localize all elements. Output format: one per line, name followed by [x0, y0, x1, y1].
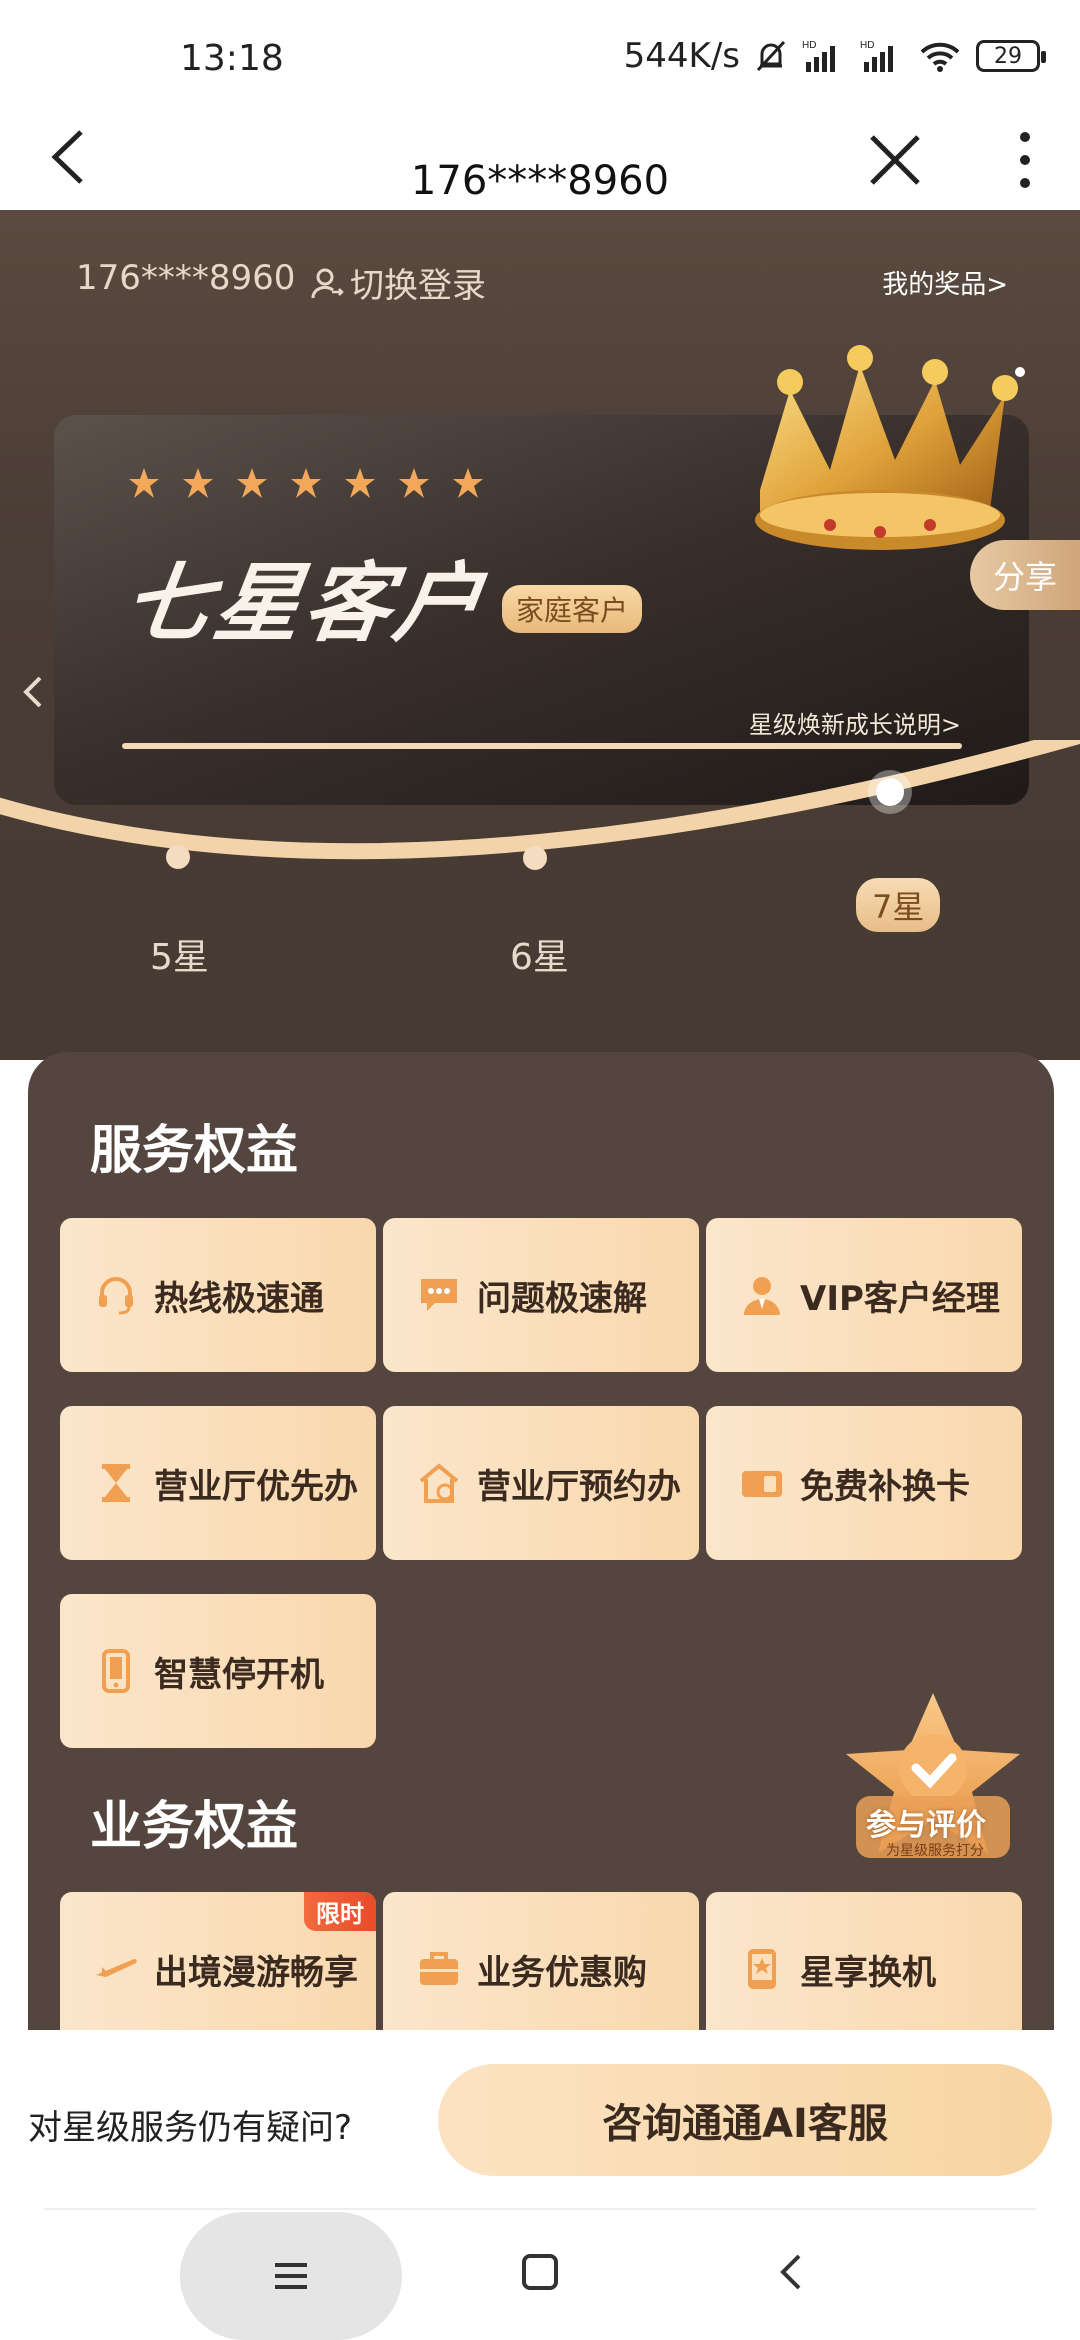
my-prizes-link[interactable]: 我的奖品>	[882, 264, 1008, 301]
growth-explanation-link[interactable]: 星级焕新成长说明>	[749, 705, 961, 740]
rate-title: 参与评价	[866, 1808, 986, 1843]
airplane-icon	[96, 1959, 137, 1977]
benefit-discount-buy[interactable]: 业务优惠购	[383, 1892, 699, 2046]
hourglass-icon	[102, 1464, 130, 1502]
close-icon[interactable]	[860, 125, 930, 195]
benefit-label: 营业厅预约办	[477, 1466, 681, 1507]
benefit-smart-suspend[interactable]: 智慧停开机	[60, 1594, 376, 1748]
signal-hd-icon: HD	[802, 40, 835, 72]
business-rights-title: 业务权益	[90, 1797, 299, 1857]
svg-text:HD: HD	[860, 40, 874, 51]
star-icon	[399, 468, 429, 498]
benefit-label: 智慧停开机	[154, 1654, 324, 1695]
benefit-star-upgrade[interactable]: 星享换机	[706, 1892, 1022, 2046]
benefit-hotline[interactable]: 热线极速通	[60, 1218, 376, 1372]
rate-subtitle: 为星级服务打分	[886, 1843, 984, 1859]
battery-icon: 29	[976, 40, 1046, 72]
star-phone-icon	[748, 1949, 776, 1989]
benefit-label: 问题极速解	[477, 1278, 647, 1319]
rate-service-widget[interactable]: 参与评价 为星级服务打分	[838, 1688, 1028, 1868]
star-icon	[129, 468, 159, 498]
benefit-free-sim[interactable]: 免费补换卡	[706, 1406, 1022, 1560]
home-square-icon[interactable]	[520, 2252, 560, 2292]
signal-hd-2-icon: HD	[860, 40, 893, 72]
benefit-label: VIP客户经理	[800, 1278, 1000, 1319]
network-speed: 544K/s	[623, 36, 740, 76]
level-7-label: 7星	[856, 878, 941, 932]
benefit-roaming[interactable]: 出境漫游畅享 限时	[60, 1892, 376, 2046]
headset-icon	[99, 1277, 133, 1315]
divider	[44, 2208, 1036, 2210]
status-icons: 544K/s HD HD 29	[623, 36, 1046, 76]
more-menu-icon[interactable]	[1010, 125, 1040, 195]
status-time: 13:18	[180, 38, 284, 79]
title-bar: 176****8960	[0, 110, 1080, 210]
benefit-label: 免费补换卡	[800, 1466, 970, 1507]
benefit-label: 业务优惠购	[477, 1952, 647, 1993]
sim-card-icon	[742, 1471, 782, 1497]
menu-icon	[275, 2263, 307, 2289]
star-icon	[291, 468, 321, 498]
benefit-label: 营业厅优先办	[154, 1466, 358, 1507]
level-title: 七星客户	[117, 554, 492, 654]
wifi-icon	[920, 42, 960, 72]
account-number: 176****8960	[76, 258, 296, 298]
manager-icon	[744, 1277, 780, 1315]
star-icon	[183, 468, 213, 498]
system-nav-bar	[0, 2212, 1080, 2340]
star-rating	[128, 467, 484, 499]
store-appointment-icon	[419, 1463, 459, 1503]
user-switch-icon	[311, 268, 344, 298]
briefcase-icon	[420, 1952, 458, 1985]
nav-back-icon[interactable]	[775, 2250, 805, 2294]
star-icon	[345, 468, 375, 498]
benefit-vip-manager[interactable]: VIP客户经理	[706, 1218, 1022, 1372]
switch-login-button[interactable]: 切换登录	[310, 258, 486, 307]
share-button[interactable]: 分享	[970, 540, 1080, 610]
benefit-fast-solve[interactable]: 问题极速解	[383, 1218, 699, 1372]
prev-arrow-icon[interactable]	[18, 672, 48, 712]
bottom-action-bar: 对星级服务仍有疑问? 咨询通通AI客服	[0, 2030, 1080, 2210]
benefit-label: 热线极速通	[154, 1278, 324, 1319]
service-rights-title: 服务权益	[90, 1121, 299, 1181]
benefit-label: 出境漫游畅享	[154, 1952, 358, 1993]
limited-time-badge: 限时	[304, 1892, 376, 1931]
benefit-label: 星享换机	[800, 1952, 936, 1993]
level-5-label: 5星	[150, 937, 209, 978]
star-icon	[237, 468, 267, 498]
benefit-priority-store[interactable]: 营业厅优先办	[60, 1406, 376, 1560]
star-icon	[453, 468, 483, 498]
chat-bubble-icon	[421, 1279, 457, 1311]
service-question-text: 对星级服务仍有疑问?	[28, 2108, 353, 2148]
level-6-label: 6星	[510, 937, 569, 978]
family-customer-badge: 家庭客户	[502, 585, 643, 633]
status-bar: 13:18 544K/s HD HD 29	[0, 0, 1080, 110]
ai-service-button[interactable]: 咨询通通AI客服	[438, 2064, 1052, 2176]
member-hero: 176****8960 切换登录 我的奖品> 七星客户 家庭客户 星级焕新成长说…	[0, 210, 1080, 1060]
phone-icon	[102, 1649, 130, 1693]
nav-menu-button[interactable]	[180, 2212, 402, 2340]
benefit-appointment-store[interactable]: 营业厅预约办	[383, 1406, 699, 1560]
mute-bell-icon	[756, 40, 786, 72]
svg-text:HD: HD	[802, 40, 816, 51]
switch-login-label: 切换登录	[350, 266, 486, 306]
